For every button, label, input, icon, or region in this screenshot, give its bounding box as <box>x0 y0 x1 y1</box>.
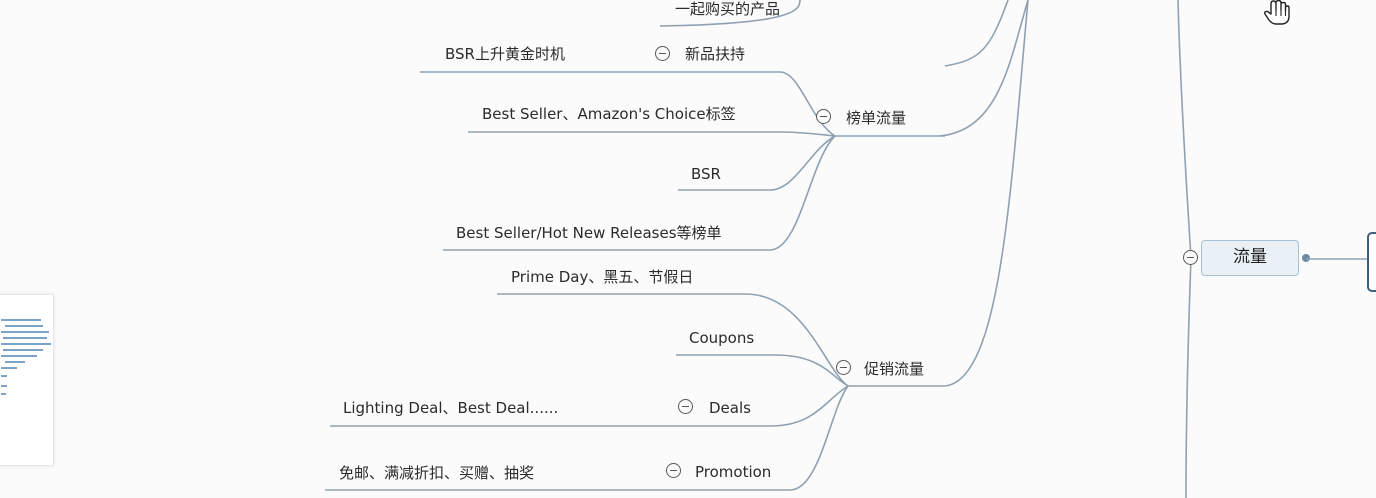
collapse-minus-icon[interactable] <box>1183 250 1198 265</box>
link-deals <box>670 385 849 427</box>
thumb-line <box>1 367 17 369</box>
thumb-line <box>1 355 37 357</box>
mindmap-links <box>325 0 1192 498</box>
thumb-line <box>1 343 51 345</box>
hand-cursor-icon <box>1263 0 1290 25</box>
mindmap-canvas[interactable]: 一起购买的产品 BSR上升黄金时机 新品扶持 榜单流量 Best Seller、… <box>0 0 1376 498</box>
thumb-line <box>1 393 6 395</box>
central-topic-box[interactable] <box>1367 232 1376 292</box>
collapse-minus-icon[interactable] <box>666 463 681 478</box>
thumb-line <box>1 331 49 333</box>
node-promotion[interactable]: Promotion <box>695 463 771 481</box>
node-best-seller-lists[interactable]: Best Seller/Hot New Releases等榜单 <box>456 224 722 242</box>
link-prime-day <box>497 293 849 387</box>
link-best-seller-choice <box>468 131 836 137</box>
thumb-line <box>1 319 41 321</box>
node-lighting-deal[interactable]: Lighting Deal、Best Deal...... <box>343 399 558 417</box>
thumb-line <box>3 337 47 339</box>
collapse-minus-icon[interactable] <box>655 46 670 61</box>
node-deals[interactable]: Deals <box>709 399 751 417</box>
collapse-minus-icon[interactable] <box>678 399 693 414</box>
node-coupons[interactable]: Coupons <box>689 329 754 347</box>
node-new-support[interactable]: 新品扶持 <box>685 45 745 63</box>
link-trunk-promo <box>944 0 1029 387</box>
node-ranking-traffic[interactable]: 榜单流量 <box>846 109 906 127</box>
node-best-seller-choice[interactable]: Best Seller、Amazon's Choice标签 <box>482 105 736 123</box>
link-root-trunk-top <box>1177 0 1192 259</box>
thumb-line <box>1 375 7 377</box>
node-bsr[interactable]: BSR <box>691 165 721 183</box>
link-new-support <box>650 71 836 137</box>
link-trunk-upper <box>944 0 1009 67</box>
collapse-minus-icon[interactable] <box>816 109 831 124</box>
collapse-minus-icon[interactable] <box>836 360 851 375</box>
link-coupons <box>676 354 849 387</box>
node-free-shipping[interactable]: 免邮、满减折扣、买赠、抽奖 <box>339 464 534 482</box>
link-central <box>1306 258 1376 260</box>
node-buy-together[interactable]: 一起购买的产品 <box>675 0 780 18</box>
node-prime-day[interactable]: Prime Day、黑五、节假日 <box>511 268 693 286</box>
thumb-line <box>1 385 7 387</box>
map-overview-thumbnail[interactable] <box>0 294 54 466</box>
node-promo-traffic[interactable]: 促销流量 <box>864 360 924 378</box>
thumb-line <box>5 325 43 327</box>
thumb-line <box>5 361 25 363</box>
link-trunk-ranking <box>939 0 1029 137</box>
node-root-traffic[interactable]: 流量 <box>1201 240 1299 276</box>
thumb-line <box>3 349 43 351</box>
link-root-trunk-bottom <box>1185 257 1192 498</box>
node-bsr-golden[interactable]: BSR上升黄金时机 <box>445 45 565 63</box>
